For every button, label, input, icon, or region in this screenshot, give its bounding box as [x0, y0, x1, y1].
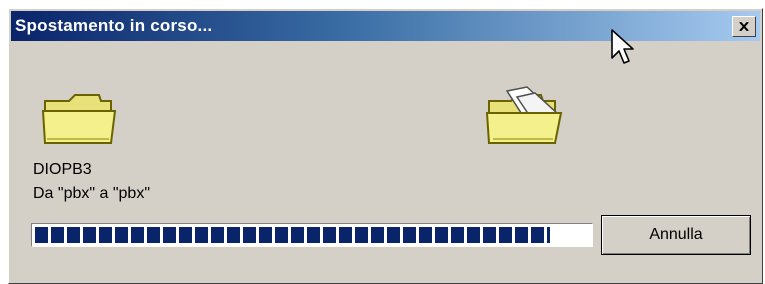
title-bar[interactable]: Spostamento in corso...: [11, 11, 760, 41]
folder-icon: [41, 94, 117, 144]
folder-open-icon: [485, 86, 563, 144]
close-button[interactable]: [732, 16, 756, 37]
file-name: DIOPB3: [33, 161, 92, 178]
cancel-button[interactable]: Annulla: [601, 215, 751, 255]
mouse-cursor-icon: [611, 29, 634, 64]
progress-fill: [35, 227, 551, 243]
from-to-text: Da "pbx" a "pbx": [33, 185, 150, 202]
move-dialog: Spostamento in corso... DIOPB3 Da "pbx" …: [8, 8, 763, 284]
close-icon: [739, 22, 749, 31]
dialog-title: Spostamento in corso...: [15, 16, 213, 35]
progress-bar: [31, 223, 593, 247]
